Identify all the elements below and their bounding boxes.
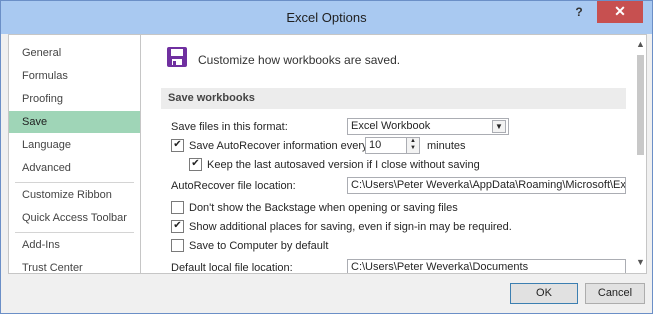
title-bar: Excel Options ? ✕ (1, 1, 652, 34)
default-location-input[interactable]: C:\Users\Peter Weverka\Documents (347, 259, 626, 273)
sidebar-item-proofing[interactable]: Proofing (9, 88, 140, 110)
options-sidebar: General Formulas Proofing Save Language … (9, 35, 141, 274)
section-header: Save workbooks (161, 88, 626, 109)
sidebar-divider (15, 182, 134, 183)
autorecover-checkbox[interactable]: ✔ (171, 139, 184, 152)
save-options-panel: Customize how workbooks are saved. Save … (141, 35, 628, 273)
autorecover-location-label: AutoRecover file location: (171, 180, 296, 192)
keep-last-autosaved-checkbox[interactable]: ✔ (189, 158, 202, 171)
sidebar-item-trust-center[interactable]: Trust Center (9, 257, 140, 279)
save-to-computer-label: Save to Computer by default (189, 240, 329, 252)
save-format-dropdown[interactable]: Excel Workbook ▼ (347, 118, 509, 135)
dialog-title: Excel Options (286, 10, 367, 25)
sidebar-item-customize-ribbon[interactable]: Customize Ribbon (9, 184, 140, 206)
minutes-label: minutes (427, 140, 466, 152)
spin-down-icon[interactable]: ▼ (407, 145, 419, 152)
autorecover-minutes-input[interactable]: 10 (365, 137, 407, 154)
save-icon (167, 47, 187, 67)
sidebar-item-language[interactable]: Language (9, 134, 140, 156)
save-to-computer-checkbox[interactable] (171, 239, 184, 252)
autorecover-label: Save AutoRecover information every (189, 140, 368, 152)
sidebar-item-advanced[interactable]: Advanced (9, 157, 140, 179)
spin-up-icon[interactable]: ▲ (407, 138, 419, 145)
ok-button[interactable]: OK (510, 283, 578, 304)
minutes-spinner[interactable]: ▲ ▼ (406, 137, 420, 154)
autorecover-location-input[interactable]: C:\Users\Peter Weverka\AppData\Roaming\M… (347, 177, 626, 194)
sidebar-item-quick-access-toolbar[interactable]: Quick Access Toolbar (9, 207, 140, 229)
sidebar-item-formulas[interactable]: Formulas (9, 65, 140, 87)
close-button[interactable]: ✕ (597, 1, 643, 23)
page-heading: Customize how workbooks are saved. (198, 53, 401, 67)
scrollbar-thumb[interactable] (637, 55, 644, 155)
vertical-scrollbar[interactable]: ▲ ▼ (635, 35, 646, 273)
sidebar-item-save[interactable]: Save (9, 111, 140, 133)
excel-options-dialog: Excel Options ? ✕ General Formulas Proof… (0, 0, 653, 314)
chevron-down-icon[interactable]: ▼ (492, 120, 506, 133)
save-format-value: Excel Workbook (351, 120, 431, 132)
cancel-button[interactable]: Cancel (585, 283, 645, 304)
help-button[interactable]: ? (569, 5, 589, 25)
additional-places-label: Show additional places for saving, even … (189, 221, 512, 233)
backstage-label: Don't show the Backstage when opening or… (189, 202, 458, 214)
sidebar-item-general[interactable]: General (9, 42, 140, 64)
format-label: Save files in this format: (171, 121, 288, 133)
additional-places-checkbox[interactable]: ✔ (171, 220, 184, 233)
sidebar-divider (15, 232, 134, 233)
dialog-body: General Formulas Proofing Save Language … (8, 34, 647, 274)
scroll-down-icon[interactable]: ▼ (635, 257, 646, 267)
section-title: Save workbooks (168, 92, 255, 104)
scroll-up-icon[interactable]: ▲ (635, 39, 646, 49)
sidebar-item-add-ins[interactable]: Add-Ins (9, 234, 140, 256)
backstage-checkbox[interactable] (171, 201, 184, 214)
keep-last-autosaved-label: Keep the last autosaved version if I clo… (207, 159, 480, 171)
default-location-label: Default local file location: (171, 262, 293, 273)
